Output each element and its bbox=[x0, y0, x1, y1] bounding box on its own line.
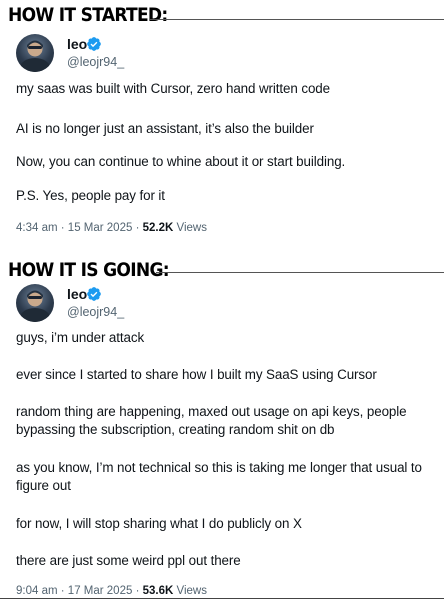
bottom-border bbox=[0, 598, 444, 599]
tweet-text-line: Now, you can continue to whine about it … bbox=[16, 154, 346, 169]
tweet-text-line: my saas was built with Cursor, zero hand… bbox=[16, 81, 330, 96]
tweet-text-line: ever since I started to share how I buil… bbox=[16, 367, 377, 382]
tweet-meta: 9:04 am · 17 Mar 2025 · 53.6K Views bbox=[16, 585, 207, 597]
views-count: 52.2K bbox=[142, 222, 174, 234]
tweet-text-line: random thing are happening, maxed out us… bbox=[16, 404, 407, 419]
heading-divider bbox=[156, 272, 444, 273]
author-avatar[interactable] bbox=[16, 34, 54, 72]
tweet-date[interactable]: 15 Mar 2025 bbox=[68, 222, 133, 234]
author-handle[interactable]: @leojr94_ bbox=[67, 55, 124, 69]
views-label: Views bbox=[176, 585, 207, 597]
verified-badge-icon bbox=[87, 287, 101, 301]
tweet-text-line: bypassing the subscription, creating ran… bbox=[16, 422, 335, 437]
how-it-started-heading: HOW IT STARTED: bbox=[8, 4, 168, 26]
tweet-text-line: AI is no longer just an assistant, it’s … bbox=[16, 121, 314, 136]
how-it-is-going-heading: HOW IT IS GOING: bbox=[8, 259, 170, 281]
tweet-date[interactable]: 17 Mar 2025 bbox=[68, 585, 133, 597]
tweet-text-line: as you know, I’m not technical so this i… bbox=[16, 460, 422, 475]
tweet-time[interactable]: 4:34 am bbox=[16, 222, 58, 234]
tweet-text-line: there are just some weird ppl out there bbox=[16, 553, 241, 568]
author-name[interactable]: leo bbox=[67, 286, 87, 302]
tweet-header: leo @leojr94_ bbox=[16, 34, 436, 74]
tweet-meta: 4:34 am · 15 Mar 2025 · 52.2K Views bbox=[16, 222, 207, 234]
views-count: 53.6K bbox=[142, 585, 174, 597]
author-avatar[interactable] bbox=[16, 284, 54, 322]
tweet-text-line: figure out bbox=[16, 478, 71, 493]
tweet-text-line: P.S. Yes, people pay for it bbox=[16, 188, 165, 203]
tweet-card-going[interactable]: leo @leojr94_ guys, i’m under attack eve… bbox=[16, 284, 436, 597]
tweet-text-line: guys, i’m under attack bbox=[16, 330, 145, 345]
views-label: Views bbox=[176, 222, 207, 234]
heading-divider bbox=[150, 19, 444, 20]
tweet-header: leo @leojr94_ bbox=[16, 284, 436, 324]
verified-badge-icon bbox=[87, 37, 101, 51]
tweet-card-started[interactable]: leo @leojr94_ my saas was built with Cur… bbox=[16, 34, 436, 234]
tweet-text-line: for now, I will stop sharing what I do p… bbox=[16, 516, 302, 531]
author-name[interactable]: leo bbox=[67, 36, 87, 52]
author-handle[interactable]: @leojr94_ bbox=[67, 305, 124, 319]
tweet-time[interactable]: 9:04 am bbox=[16, 585, 58, 597]
